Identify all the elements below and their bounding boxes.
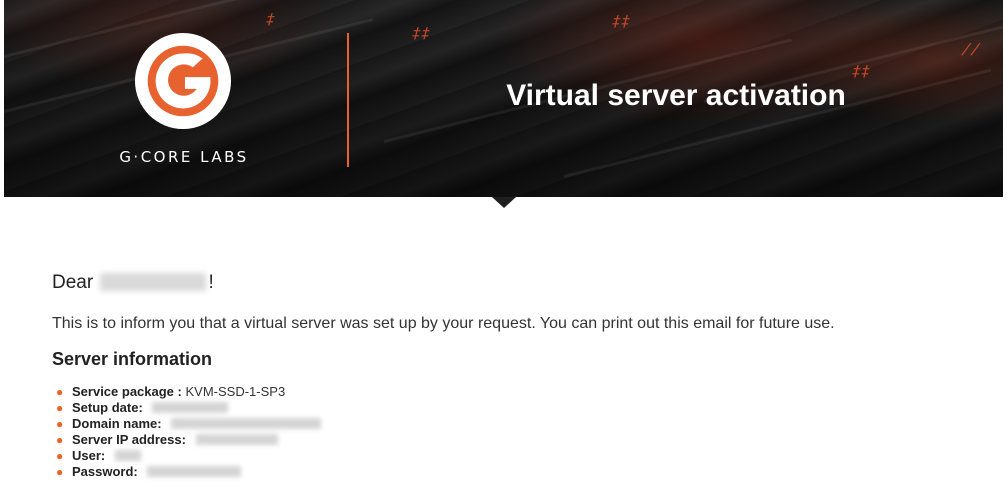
greeting: Dear ! (52, 272, 214, 294)
info-label: Setup date: (72, 400, 143, 415)
bullet-icon: ● (56, 385, 64, 399)
redacted-user (114, 450, 141, 461)
intro-text: This is to inform you that a virtual ser… (52, 315, 835, 332)
list-item: ● Service package : KVM-SSD-1-SP3 (56, 384, 321, 400)
list-item: ● User: (56, 448, 321, 464)
list-item: ● Password: (56, 464, 321, 480)
greeting-suffix: ! (208, 272, 214, 293)
g-core-logo-icon (134, 32, 232, 130)
redacted-ip-address (195, 434, 278, 445)
redacted-password (147, 466, 242, 477)
bullet-icon: ● (56, 417, 64, 431)
greeting-prefix: Dear (52, 272, 94, 293)
list-item: ● Setup date: (56, 400, 321, 416)
info-label: Server IP address: (72, 432, 186, 447)
led-indicator: ‡‡ (849, 62, 873, 80)
redacted-domain-name (171, 418, 322, 429)
server-info-list: ● Service package : KVM-SSD-1-SP3 ● Setu… (56, 384, 322, 480)
bullet-icon: ● (56, 433, 64, 447)
bullet-icon: ● (56, 449, 64, 463)
list-item: ● Domain name: (56, 416, 322, 432)
redacted-setup-date (152, 402, 229, 413)
bullet-icon: ● (56, 401, 64, 415)
led-indicator: ‡‡ (609, 12, 633, 30)
section-title: Server information (52, 349, 213, 369)
brand-name: G·CORE LABS (119, 148, 249, 166)
info-label: User: (72, 448, 106, 463)
info-label: Password: (72, 464, 138, 479)
led-indicator: // (959, 40, 983, 58)
list-item: ● Server IP address: (56, 432, 321, 448)
brand-logo: G·CORE LABS (110, 30, 250, 170)
redacted-recipient-name (100, 273, 207, 291)
header-banner: ‡ ‡‡ ‡‡ // ‡‡ G·CORE LABS Virtual server… (4, 0, 1003, 197)
led-indicator: ‡‡ (409, 24, 433, 42)
info-label: Service package : (72, 384, 182, 399)
bullet-icon: ● (56, 465, 64, 479)
led-indicator: ‡ (263, 10, 278, 28)
info-value: KVM-SSD-1-SP3 (185, 384, 286, 399)
info-label: Domain name: (72, 416, 162, 431)
banner-notch (492, 197, 516, 208)
page-title: Virtual server activation (506, 79, 846, 112)
